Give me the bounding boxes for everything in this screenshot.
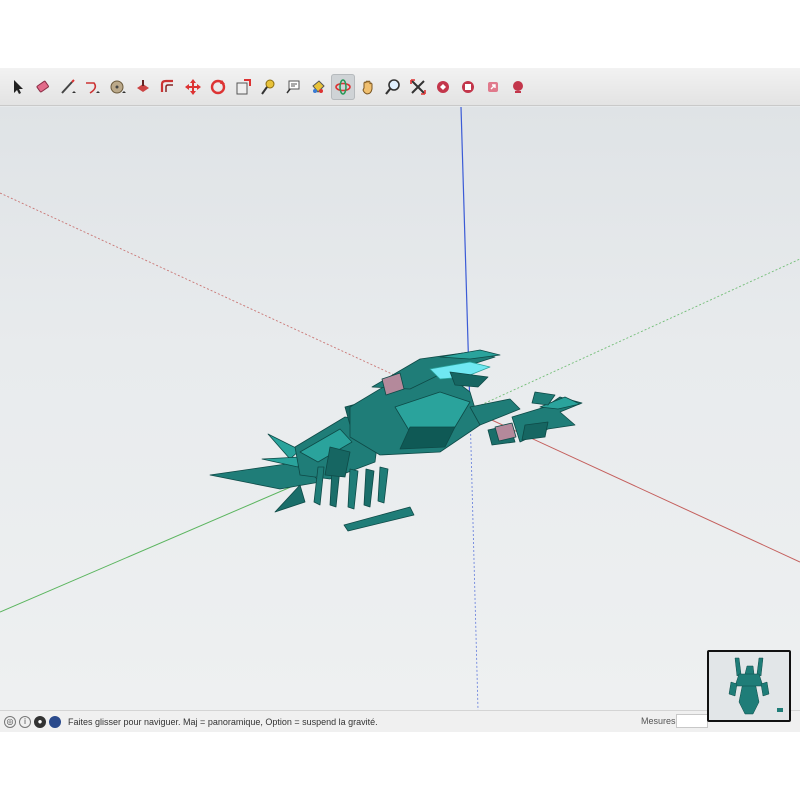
paint-bucket-tool-button[interactable] — [306, 74, 330, 100]
offset-icon — [160, 79, 173, 92]
offset-tool-button[interactable] — [156, 74, 180, 100]
move-tool-button[interactable] — [181, 74, 205, 100]
sketchup-window: ◎ i ● Faites glisser pour naviguer. Maj … — [0, 68, 800, 732]
jaw — [449, 371, 489, 388]
user-account-icon[interactable]: ● — [34, 715, 46, 728]
zoom-extents-tool-button[interactable] — [406, 74, 430, 100]
green-axis-negative — [469, 258, 800, 411]
select-arrow-icon — [14, 79, 23, 94]
zoom-icon — [385, 78, 400, 95]
tape-measure-tool-button[interactable] — [256, 74, 280, 100]
extension-warehouse-tool-button[interactable] — [456, 74, 480, 100]
rotate-tool-button[interactable] — [206, 74, 230, 100]
instructor-icon[interactable] — [49, 715, 61, 728]
orbit-icon — [335, 78, 351, 95]
measures-label: Mesures — [641, 716, 676, 726]
rotate-icon — [210, 79, 226, 94]
model-scene[interactable] — [0, 107, 800, 710]
orbit-tool-button[interactable] — [331, 73, 355, 100]
line-pencil-icon — [61, 78, 76, 94]
eraser-tool-button[interactable] — [31, 74, 55, 100]
share-model-tool-button[interactable] — [481, 74, 505, 100]
status-hint: Faites glisser pour naviguer. Maj = pano… — [68, 716, 378, 727]
status-bar: ◎ i ● Faites glisser pour naviguer. Maj … — [0, 710, 800, 732]
pan-hand-icon — [362, 80, 373, 95]
paint-bucket-icon — [312, 79, 325, 93]
move-icon — [185, 78, 201, 95]
select-tool-button[interactable] — [6, 74, 30, 100]
model-preview-thumbnail[interactable] — [707, 650, 791, 722]
scale-tool-button[interactable] — [231, 74, 255, 100]
layout-icon — [513, 80, 523, 93]
tape-measure-icon — [261, 79, 275, 95]
zoom-extents-icon — [410, 78, 426, 95]
extension-warehouse-icon — [462, 80, 474, 93]
credits-icon[interactable]: i — [19, 715, 31, 728]
share-model-icon — [488, 81, 498, 92]
scale-icon — [236, 78, 251, 94]
main-toolbar — [0, 68, 800, 106]
pan-tool-button[interactable] — [356, 74, 380, 100]
thumbnail-canvas — [709, 652, 789, 720]
claw-palm — [521, 421, 549, 441]
zoom-tool-button[interactable] — [381, 74, 405, 100]
line-tool-button[interactable] — [56, 74, 80, 100]
shape-tool-button[interactable] — [106, 74, 130, 100]
arc-tool-button[interactable] — [81, 74, 105, 100]
push-pull-tool-button[interactable] — [131, 74, 155, 100]
warehouse-tool-button[interactable] — [431, 74, 455, 100]
3d-viewport[interactable] — [0, 107, 800, 710]
warehouse-icon — [437, 80, 449, 93]
blue-axis-negative — [469, 409, 479, 710]
circle-shape-icon — [110, 80, 126, 93]
layout-tool-button[interactable] — [506, 74, 530, 100]
push-pull-icon — [137, 79, 149, 92]
geolocation-icon[interactable]: ◎ — [4, 715, 16, 728]
text-label-icon — [286, 80, 300, 93]
thumbnail-model-icon — [728, 657, 783, 715]
eraser-icon — [36, 80, 49, 92]
measures-input[interactable] — [676, 714, 708, 728]
teal-creature-model[interactable] — [209, 349, 583, 532]
text-tool-button[interactable] — [281, 74, 305, 100]
arc-icon — [86, 81, 100, 94]
